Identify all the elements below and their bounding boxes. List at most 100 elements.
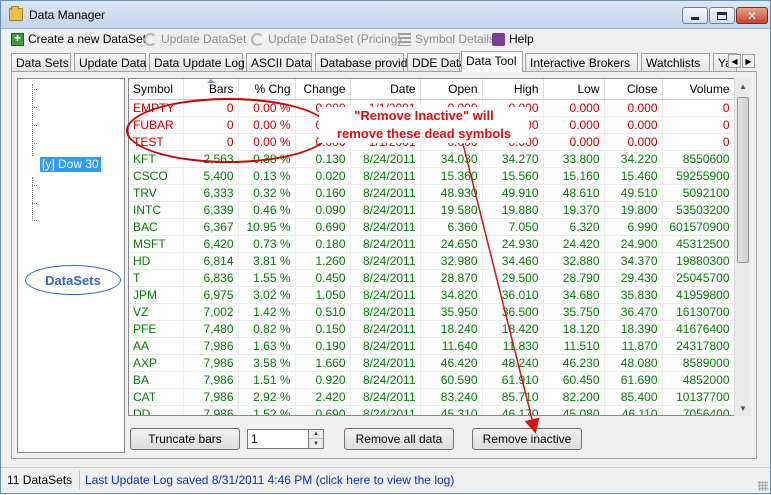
cell-chg: 0.32 % xyxy=(238,184,296,202)
tab-scroll-left-icon[interactable]: ◀ xyxy=(728,54,741,68)
column-header-symbol[interactable]: Symbol xyxy=(129,79,184,100)
cell-chg: 1.55 % xyxy=(238,269,296,287)
table-row[interactable]: AXP 7,986 3.58 % 1.660 8/24/2011 46.420 48.240… xyxy=(129,354,735,372)
column-header-close[interactable]: Close xyxy=(604,79,663,100)
table-row[interactable]: MSFT 6,420 0.73 % 0.180 8/24/2011 24.650 24.93… xyxy=(129,235,735,253)
remove-all-data-button[interactable]: Remove all data xyxy=(344,428,454,450)
cell-volume: 5092100 xyxy=(662,184,735,202)
spin-up-icon[interactable]: ▲ xyxy=(309,430,323,439)
tab-data-tool[interactable]: Data Tool xyxy=(461,51,523,72)
table-row[interactable]: AA 7,986 1.63 % 0.190 8/24/2011 11.640 11.830 1… xyxy=(129,337,735,355)
cell-volume: 25045700 xyxy=(662,269,735,287)
table-row[interactable]: CAT 7,986 2.92 % 2.420 8/24/2011 83.240 85.710… xyxy=(129,388,735,406)
truncate-bars-input[interactable] xyxy=(247,429,309,449)
tree-branch xyxy=(32,143,37,144)
cell-low: 28.790 xyxy=(543,269,605,287)
cell-high: 18.420 xyxy=(482,320,544,338)
cell-change: 2.420 xyxy=(295,388,351,406)
cell-date: 8/24/2011 xyxy=(350,337,421,355)
table-row[interactable]: BAC 6,367 10.95 % 0.690 8/24/2011 6.360 7.050 6… xyxy=(129,218,735,236)
close-button[interactable]: ✕ xyxy=(736,7,768,24)
table-row[interactable]: BA 7,986 1.51 % 0.920 8/24/2011 60.590 61.910 6… xyxy=(129,371,735,389)
dataset-tree[interactable]: [y] Dow 30 DataSets xyxy=(17,78,125,453)
cell-bars: 7,480 xyxy=(183,320,239,338)
column-header-date[interactable]: Date xyxy=(350,79,421,100)
create-dataset-button[interactable]: Create a new DataSet xyxy=(11,30,146,48)
column-header-low[interactable]: Low xyxy=(543,79,605,100)
cell-volume: 45312500 xyxy=(662,235,735,253)
tab-ascii-data[interactable]: ASCII Data xyxy=(246,53,312,71)
cell-high: 46.170 xyxy=(482,405,544,415)
cell-symbol: AXP xyxy=(129,354,184,372)
cell-chg: 0.00 % xyxy=(238,133,296,151)
update-dataset-button[interactable]: Update DataSet xyxy=(144,30,246,48)
update-log-link[interactable]: Last Update Log saved 8/31/2011 4:46 PM … xyxy=(85,473,454,487)
table-row[interactable]: HD 6,814 3.81 % 1.260 8/24/2011 32.980 34.460 3… xyxy=(129,252,735,270)
table-row[interactable]: TRV 6,333 0.32 % 0.160 8/24/2011 48.930 49.910… xyxy=(129,184,735,202)
column-header-chg[interactable]: % Chg xyxy=(238,79,296,100)
tab-scroll-right-icon[interactable]: ▶ xyxy=(742,54,755,68)
tree-branch xyxy=(32,125,37,126)
cell-bars: 2,563 xyxy=(183,150,239,168)
cell-change: 0.690 xyxy=(295,218,351,236)
grid-vertical-scrollbar[interactable]: ▲ ▼ xyxy=(734,78,751,416)
table-row[interactable]: KFT 2,563 0.38 % 0.130 8/24/2011 34.030 34.270… xyxy=(129,150,735,168)
table-body: EMPTY00.00 %0.0001/1/20010.0000.0000.000… xyxy=(129,99,735,415)
cell-chg: 3.81 % xyxy=(238,252,296,270)
table-row[interactable]: INTC 6,339 0.46 % 0.090 8/24/2011 19.580 19.88… xyxy=(129,201,735,219)
symbol-details-label: Symbol Details xyxy=(415,32,496,46)
cell-low: 19.370 xyxy=(543,201,605,219)
tab-interactive-brokers[interactable]: Interactive Brokers xyxy=(525,53,638,71)
tab-watchlists[interactable]: Watchlists xyxy=(641,53,710,71)
cell-volume: 24317800 xyxy=(662,337,735,355)
scroll-down-icon[interactable]: ▼ xyxy=(735,400,751,416)
table-row[interactable]: JPM 6,975 3.02 % 1.050 8/24/2011 34.820 36.010… xyxy=(129,286,735,304)
symbol-details-button[interactable]: Symbol Details xyxy=(398,30,495,48)
tab-database-provider[interactable]: Database provider xyxy=(315,53,418,71)
cell-close: 19.800 xyxy=(604,201,663,219)
tree-node-dow-30[interactable]: [y] Dow 30 xyxy=(40,157,101,172)
update-dataset-label: Update DataSet xyxy=(161,32,247,46)
tree-branch xyxy=(32,220,37,221)
details-icon xyxy=(398,32,411,46)
cell-close: 61.690 xyxy=(604,371,663,389)
column-header-volume[interactable]: Volume xyxy=(662,79,735,100)
cell-date: 8/24/2011 xyxy=(350,167,421,185)
close-icon: ✕ xyxy=(746,8,758,23)
cell-open: 24.650 xyxy=(420,235,483,253)
update-pricing-button[interactable]: Update DataSet (Pricing) xyxy=(251,30,401,48)
cell-low: 34.680 xyxy=(543,286,605,304)
column-header-open[interactable]: Open xyxy=(420,79,483,100)
table-row[interactable]: VZ 7,002 1.42 % 0.510 8/24/2011 35.950 36.500 3… xyxy=(129,303,735,321)
truncate-bars-button[interactable]: Truncate bars xyxy=(130,428,240,450)
truncate-bars-stepper[interactable]: ▲ ▼ xyxy=(309,429,324,449)
cell-high: 15.560 xyxy=(482,167,544,185)
cell-volume: 41959800 xyxy=(662,286,735,304)
table-row[interactable]: T 6,836 1.55 % 0.450 8/24/2011 28.870 29.500 28… xyxy=(129,269,735,287)
minimize-button[interactable] xyxy=(682,7,708,24)
column-header-bars[interactable]: Bars xyxy=(183,79,239,100)
cell-date: 8/24/2011 xyxy=(350,405,421,415)
tab-data-sets[interactable]: Data Sets xyxy=(11,53,71,71)
tab-data-update-log[interactable]: Data Update Log xyxy=(149,53,245,71)
remove-inactive-button[interactable]: Remove inactive xyxy=(472,428,582,450)
cell-volume: 8589000 xyxy=(662,354,735,372)
tab-update-data[interactable]: Update Data xyxy=(74,53,146,71)
cell-low: 0.000 xyxy=(543,116,605,134)
table-row[interactable]: PFE 7,480 0.82 % 0.150 8/24/2011 18.240 18.420… xyxy=(129,320,735,338)
help-button[interactable]: Help xyxy=(492,30,534,48)
table-row[interactable]: CSCO 5,400 0.13 % 0.020 8/24/2011 15.360 15.56… xyxy=(129,167,735,185)
cell-bars: 6,814 xyxy=(183,252,239,270)
resize-grip-icon[interactable] xyxy=(758,481,768,491)
cell-low: 18.120 xyxy=(543,320,605,338)
spin-down-icon[interactable]: ▼ xyxy=(309,439,323,448)
table-row[interactable]: DD 7,986 1.52 % 0.690 8/24/2011 45.310 46.170 4… xyxy=(129,405,735,415)
column-header-high[interactable]: High xyxy=(482,79,544,100)
column-header-change[interactable]: Change xyxy=(295,79,351,100)
tab-dde-data[interactable]: DDE Data xyxy=(407,53,466,71)
scroll-up-icon[interactable]: ▲ xyxy=(735,78,751,94)
scroll-thumb[interactable] xyxy=(737,97,749,263)
maximize-button[interactable] xyxy=(709,7,735,24)
cell-symbol: DD xyxy=(129,405,184,415)
annotation-line-1: "Remove Inactive" will xyxy=(354,108,494,123)
